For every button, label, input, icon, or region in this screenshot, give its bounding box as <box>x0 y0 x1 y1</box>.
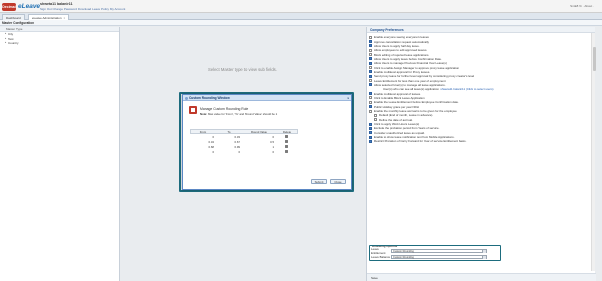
modal-title: Custom Rounding Window <box>189 96 230 100</box>
checkbox[interactable] <box>369 44 372 48</box>
delete-icon[interactable] <box>284 134 288 138</box>
close-icon[interactable]: x <box>347 95 349 101</box>
delete-icon[interactable] <box>284 144 288 148</box>
user-links[interactable]: Sign Out Change Password Download Leave … <box>40 7 125 11</box>
cell-from[interactable]: 0.34 <box>190 140 216 144</box>
checkbox[interactable] <box>369 53 372 57</box>
checkbox[interactable] <box>369 92 372 96</box>
checkbox[interactable] <box>369 74 372 78</box>
cell-from[interactable]: 0 <box>190 135 216 139</box>
preference-item[interactable]: Restrict Proration of Carry Forward for … <box>369 139 591 143</box>
list-item[interactable]: ▸ Country <box>0 41 119 46</box>
scrollbar[interactable] <box>591 33 596 271</box>
rounding-highlight-box <box>369 245 501 261</box>
cell-from[interactable]: 0.68 <box>190 145 216 149</box>
checkbox[interactable] <box>369 105 372 109</box>
checkbox[interactable] <box>369 122 372 126</box>
section-title: Master Configuration <box>0 20 602 26</box>
table-row[interactable]: 0 0.33 0 <box>190 134 298 139</box>
cell-to[interactable]: 0.33 <box>216 135 242 139</box>
checkbox[interactable] <box>369 83 372 87</box>
cell-round[interactable]: 0 <box>242 135 276 139</box>
checkbox[interactable] <box>369 70 372 74</box>
cell-to[interactable]: 0.99 <box>216 145 242 149</box>
header-right-links[interactable]: SmE8 % · About · <box>570 4 594 8</box>
user-block: shweta11 balanir11 Sign Out Change Passw… <box>40 2 125 11</box>
delete-cell <box>276 139 296 144</box>
checkbox[interactable] <box>369 48 372 52</box>
checkbox[interactable] <box>369 96 372 100</box>
table-row[interactable]: 0.34 0.67 0.5 <box>190 139 298 144</box>
col-round-value: Round Value <box>251 129 267 134</box>
cell-round[interactable]: 1 <box>242 145 276 149</box>
delete-cell <box>276 134 296 139</box>
save-label: Save <box>371 276 378 280</box>
checkbox[interactable] <box>369 135 372 139</box>
checkbox[interactable] <box>369 40 372 44</box>
delete-icon[interactable] <box>284 149 288 153</box>
table-row[interactable]: 0.68 0.99 1 <box>190 144 298 149</box>
col-to: To <box>227 129 231 134</box>
tab-bar: Dashboard eLeave Administration × <box>0 13 602 20</box>
scrollbar-thumb[interactable] <box>592 47 596 71</box>
close-button[interactable]: Close <box>330 179 346 184</box>
rounding-rule-icon <box>189 106 197 114</box>
custom-rounding-window: Custom Rounding Window x Manage Custom R… <box>182 94 352 190</box>
list-item-label: Country <box>8 41 19 45</box>
checkbox[interactable] <box>369 109 372 113</box>
app-logo[interactable]: Decimal eLeave <box>2 2 40 11</box>
grid-header: From To Round Value Delete <box>190 129 298 134</box>
modal-heading: Manage Custom Rounding Rule <box>200 107 249 111</box>
select-users-link[interactable]: shweta11 balanir11 (Click to select user… <box>440 87 493 91</box>
delete-cell <box>276 149 296 154</box>
checkbox[interactable] <box>374 113 377 117</box>
checkbox[interactable] <box>369 126 372 130</box>
col-delete: Delete <box>282 129 292 134</box>
preference-label: Restrict Proration of Carry Forward for … <box>374 139 467 144</box>
logo-text: eLeave <box>18 3 41 10</box>
rounding-rule-grid: From To Round Value Delete 0 0.33 0 0.34 0.6… <box>190 129 298 154</box>
checkbox[interactable] <box>369 139 372 143</box>
checkbox[interactable] <box>369 35 372 39</box>
master-type-panel: Master Type ▸ City ▸ Test ▸ Country <box>0 27 120 281</box>
logo-badge: Decimal <box>2 2 16 11</box>
checkbox[interactable] <box>369 66 372 70</box>
checkbox[interactable] <box>369 100 372 104</box>
company-preferences-title: Company Preferences <box>367 27 595 33</box>
note-text: Max value for 'From', 'To' and 'Round Va… <box>207 112 278 116</box>
col-from: From <box>199 129 207 134</box>
checkbox[interactable] <box>369 57 372 61</box>
note-label: Note: <box>200 112 208 116</box>
cell-to[interactable]: 0.67 <box>216 140 242 144</box>
cell-round[interactable]: 0 <box>242 150 276 154</box>
user-name: shweta11 balanir11 <box>40 2 73 6</box>
delete-cell <box>276 144 296 149</box>
empty-state-message: Select Master type to view sub fields. <box>208 67 277 72</box>
gear-icon <box>184 96 188 100</box>
modal-note: Note: Max value for 'From', 'To' and 'Ro… <box>200 112 277 116</box>
save-button[interactable]: Save <box>367 273 596 281</box>
cell-to[interactable]: 0 <box>216 150 242 154</box>
submit-button[interactable]: Submit <box>311 179 327 184</box>
company-preferences-panel: Company Preferences Enable everyone seei… <box>366 27 596 281</box>
cell-from[interactable]: 0 <box>190 150 216 154</box>
checkbox[interactable] <box>369 61 372 65</box>
preferences-list: Enable everyone seeing everyone's leaves… <box>369 35 591 273</box>
delete-icon[interactable] <box>284 139 288 143</box>
cell-round[interactable]: 0.5 <box>242 140 276 144</box>
checkbox[interactable] <box>374 118 377 122</box>
checkbox[interactable] <box>369 131 372 135</box>
table-row[interactable]: 000 <box>190 149 298 154</box>
app-header: Decimal eLeave shweta11 balanir11 Sign O… <box>0 0 602 13</box>
checkbox[interactable] <box>369 79 372 83</box>
modal-titlebar: Custom Rounding Window x <box>183 95 351 101</box>
